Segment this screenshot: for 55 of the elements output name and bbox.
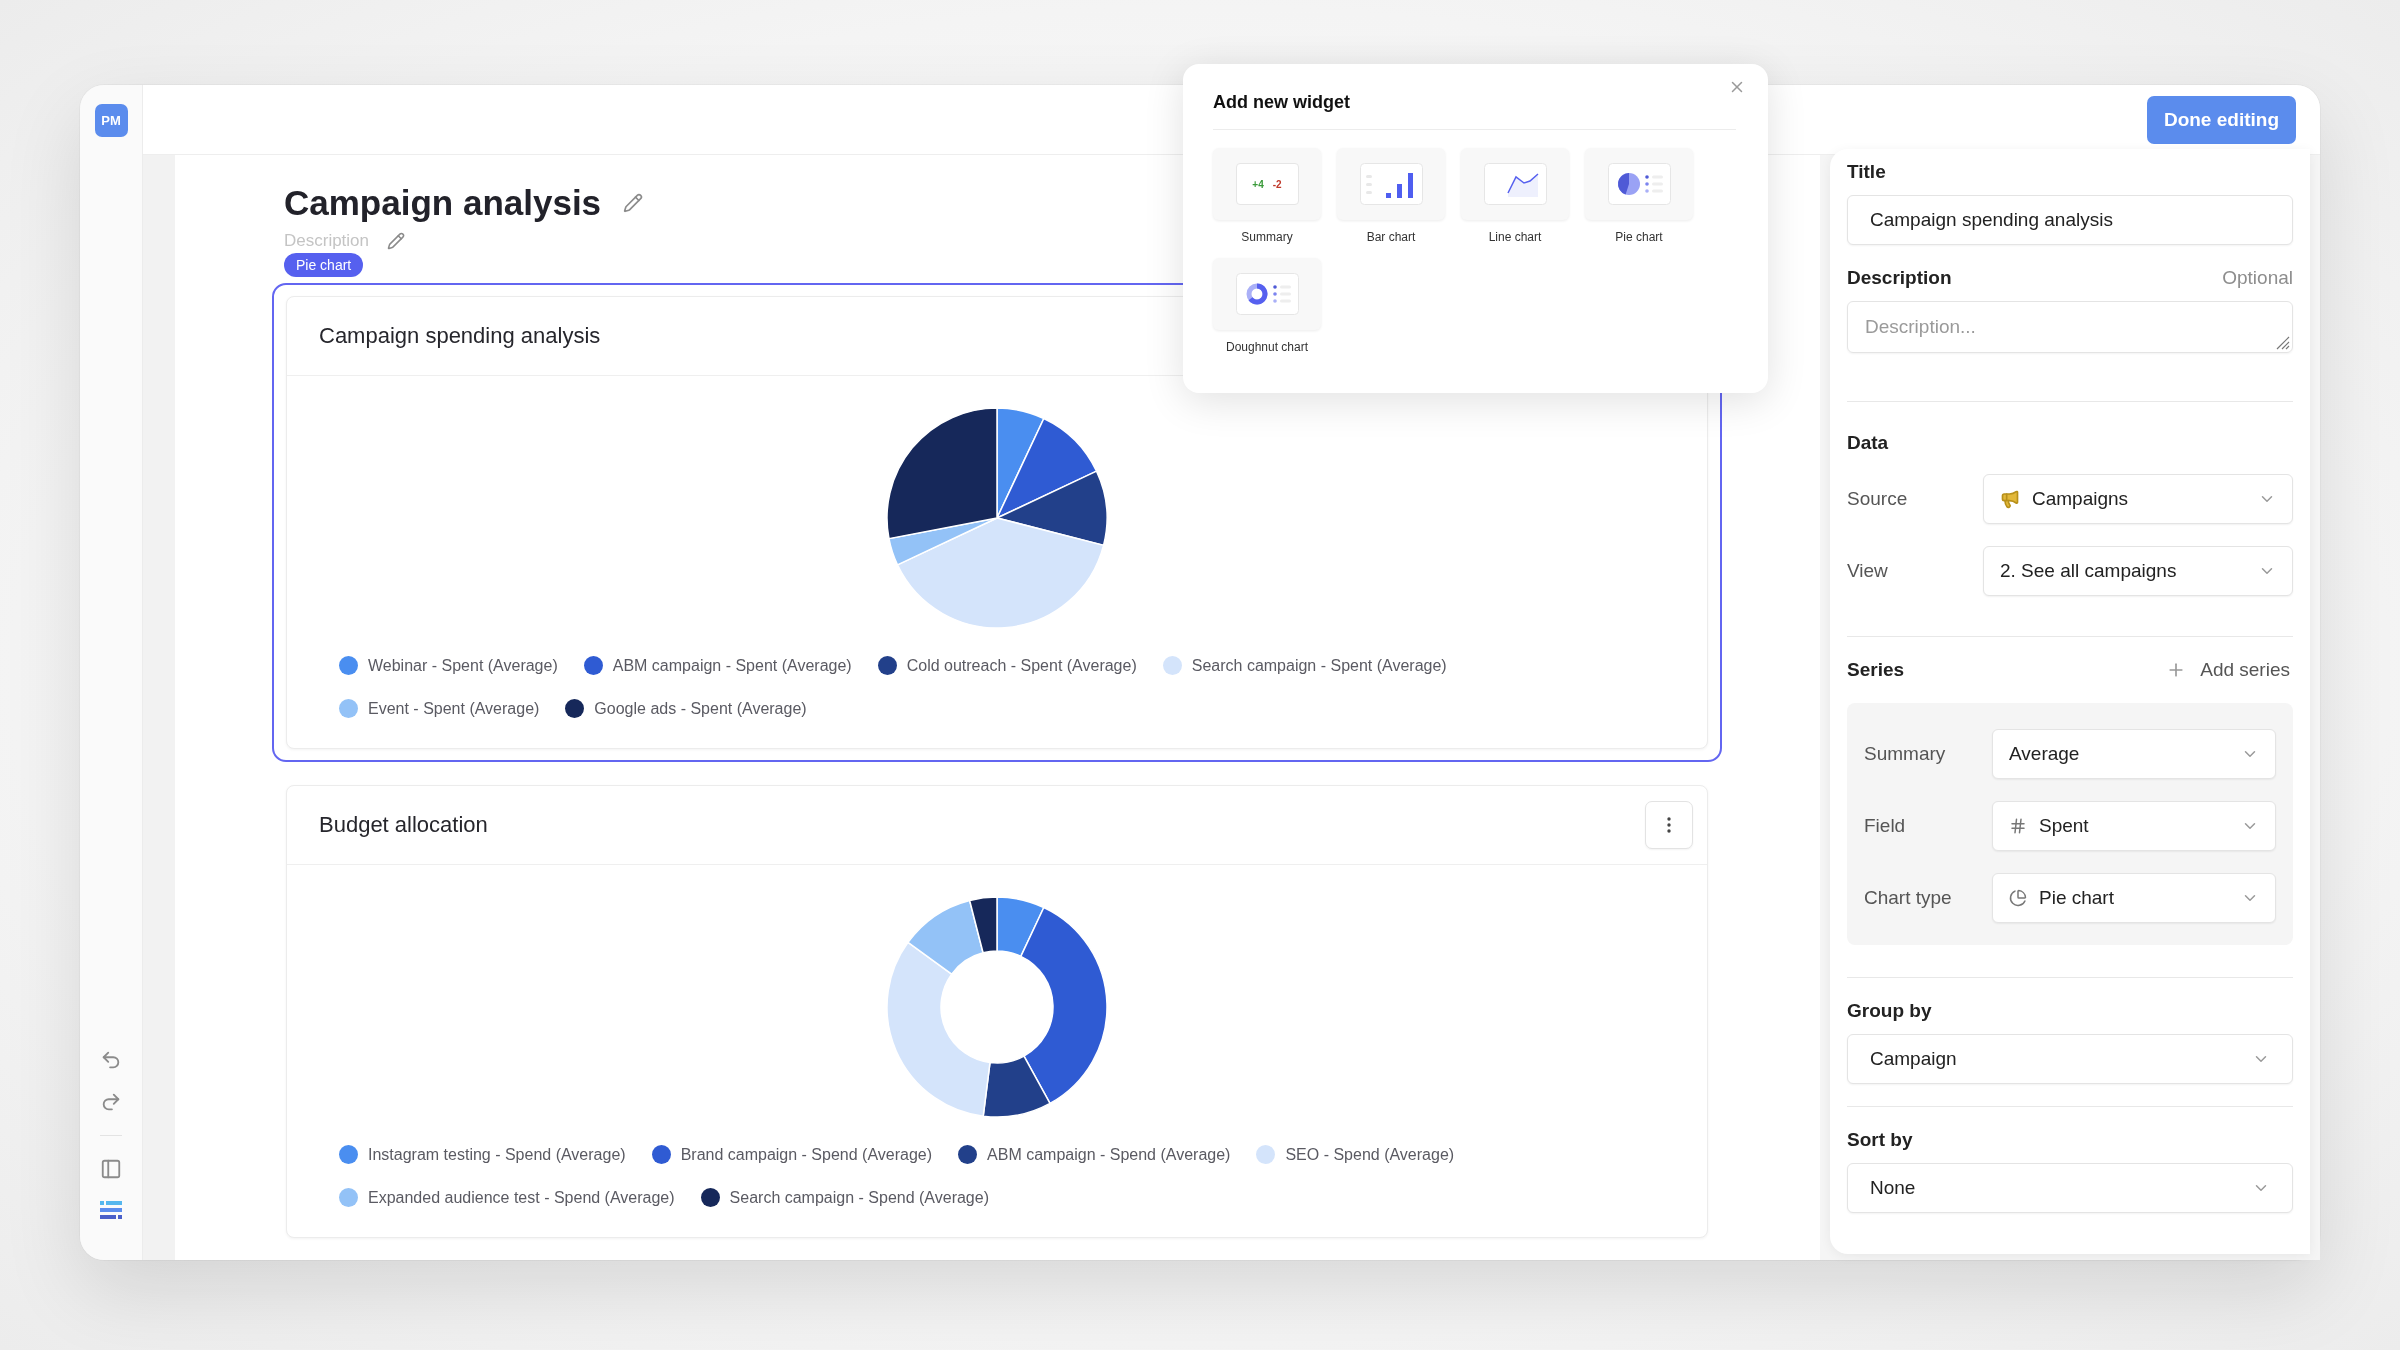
- group-by-dropdown[interactable]: Campaign: [1847, 1034, 2293, 1084]
- row-label: View: [1847, 560, 1889, 582]
- dropdown[interactable]: Pie chart: [1992, 873, 2276, 923]
- legend-item: Instagram testing - Spend (Average): [339, 1145, 626, 1164]
- bar-chart-icon: [1359, 163, 1423, 205]
- pie-chart-icon: [2009, 889, 2027, 907]
- popup-title: Add new widget: [1213, 91, 1351, 113]
- dropdown[interactable]: Average: [1992, 729, 2276, 779]
- row-label: Summary: [1864, 743, 1947, 765]
- title-input[interactable]: Campaign spending analysis: [1847, 195, 2293, 245]
- section-heading: Series: [1847, 659, 1905, 681]
- legend-item: Google ads - Spent (Average): [565, 699, 807, 718]
- summary-preview: +4 -2: [1235, 163, 1299, 205]
- legend-item: Expanded audience test - Spend (Average): [339, 1188, 675, 1207]
- field-label: Title: [1847, 161, 1887, 183]
- section-heading: Data: [1847, 432, 1890, 454]
- widget-type-badge: Pie chart: [284, 253, 364, 277]
- row-label: Field: [1864, 815, 1907, 837]
- legend-item: Event - Spent (Average): [339, 699, 540, 718]
- dropdown[interactable]: 2. See all campaigns: [1983, 546, 2293, 596]
- line-chart-icon: [1483, 163, 1547, 205]
- edit-icon[interactable]: [623, 193, 644, 213]
- field-label: Group by: [1847, 1000, 1933, 1022]
- legend-item: Webinar - Spent (Average): [339, 656, 558, 675]
- field-label: Sort by: [1847, 1129, 1914, 1151]
- legend-item: ABM campaign - Spend (Average): [958, 1145, 1231, 1164]
- megaphone-icon: [2000, 489, 2020, 509]
- pie-chart-icon: [1607, 163, 1671, 205]
- optional-hint: Optional: [2222, 267, 2293, 289]
- legend-item: Cold outreach - Spent (Average): [877, 656, 1137, 675]
- legend-item: ABM campaign - Spent (Average): [583, 656, 852, 675]
- page-title: Campaign analysis: [284, 183, 602, 223]
- doughnut-chart-icon: [1235, 273, 1299, 315]
- add-series-button[interactable]: Add series: [2166, 659, 2293, 681]
- row-label: Source: [1847, 488, 1909, 510]
- legend-item: Search campaign - Spend (Average): [700, 1188, 989, 1207]
- field-label: Description: [1847, 267, 1952, 289]
- hash-icon: [2009, 817, 2027, 835]
- row-label: Chart type: [1864, 887, 1953, 909]
- legend-item: Brand campaign - Spend (Average): [651, 1145, 933, 1164]
- widget-card[interactable]: [286, 785, 1708, 1238]
- dropdown[interactable]: Campaigns: [1983, 474, 2293, 524]
- dropdown[interactable]: Spent: [1992, 801, 2276, 851]
- more-vertical-icon: [1667, 817, 1671, 833]
- panel-icon[interactable]: [100, 1158, 122, 1180]
- legend-item: SEO - Spend (Average): [1256, 1145, 1455, 1164]
- list-icon[interactable]: [100, 1200, 122, 1220]
- sort-by-dropdown[interactable]: None: [1847, 1163, 2293, 1213]
- widget-title: Campaign spending analysis: [319, 323, 601, 349]
- redo-icon[interactable]: [100, 1091, 122, 1113]
- widget-title: Budget allocation: [319, 812, 488, 838]
- edit-icon[interactable]: [387, 232, 406, 250]
- legend-item: Search campaign - Spent (Average): [1162, 656, 1447, 675]
- undo-icon[interactable]: [100, 1049, 122, 1071]
- resize-handle-icon[interactable]: [2274, 334, 2290, 350]
